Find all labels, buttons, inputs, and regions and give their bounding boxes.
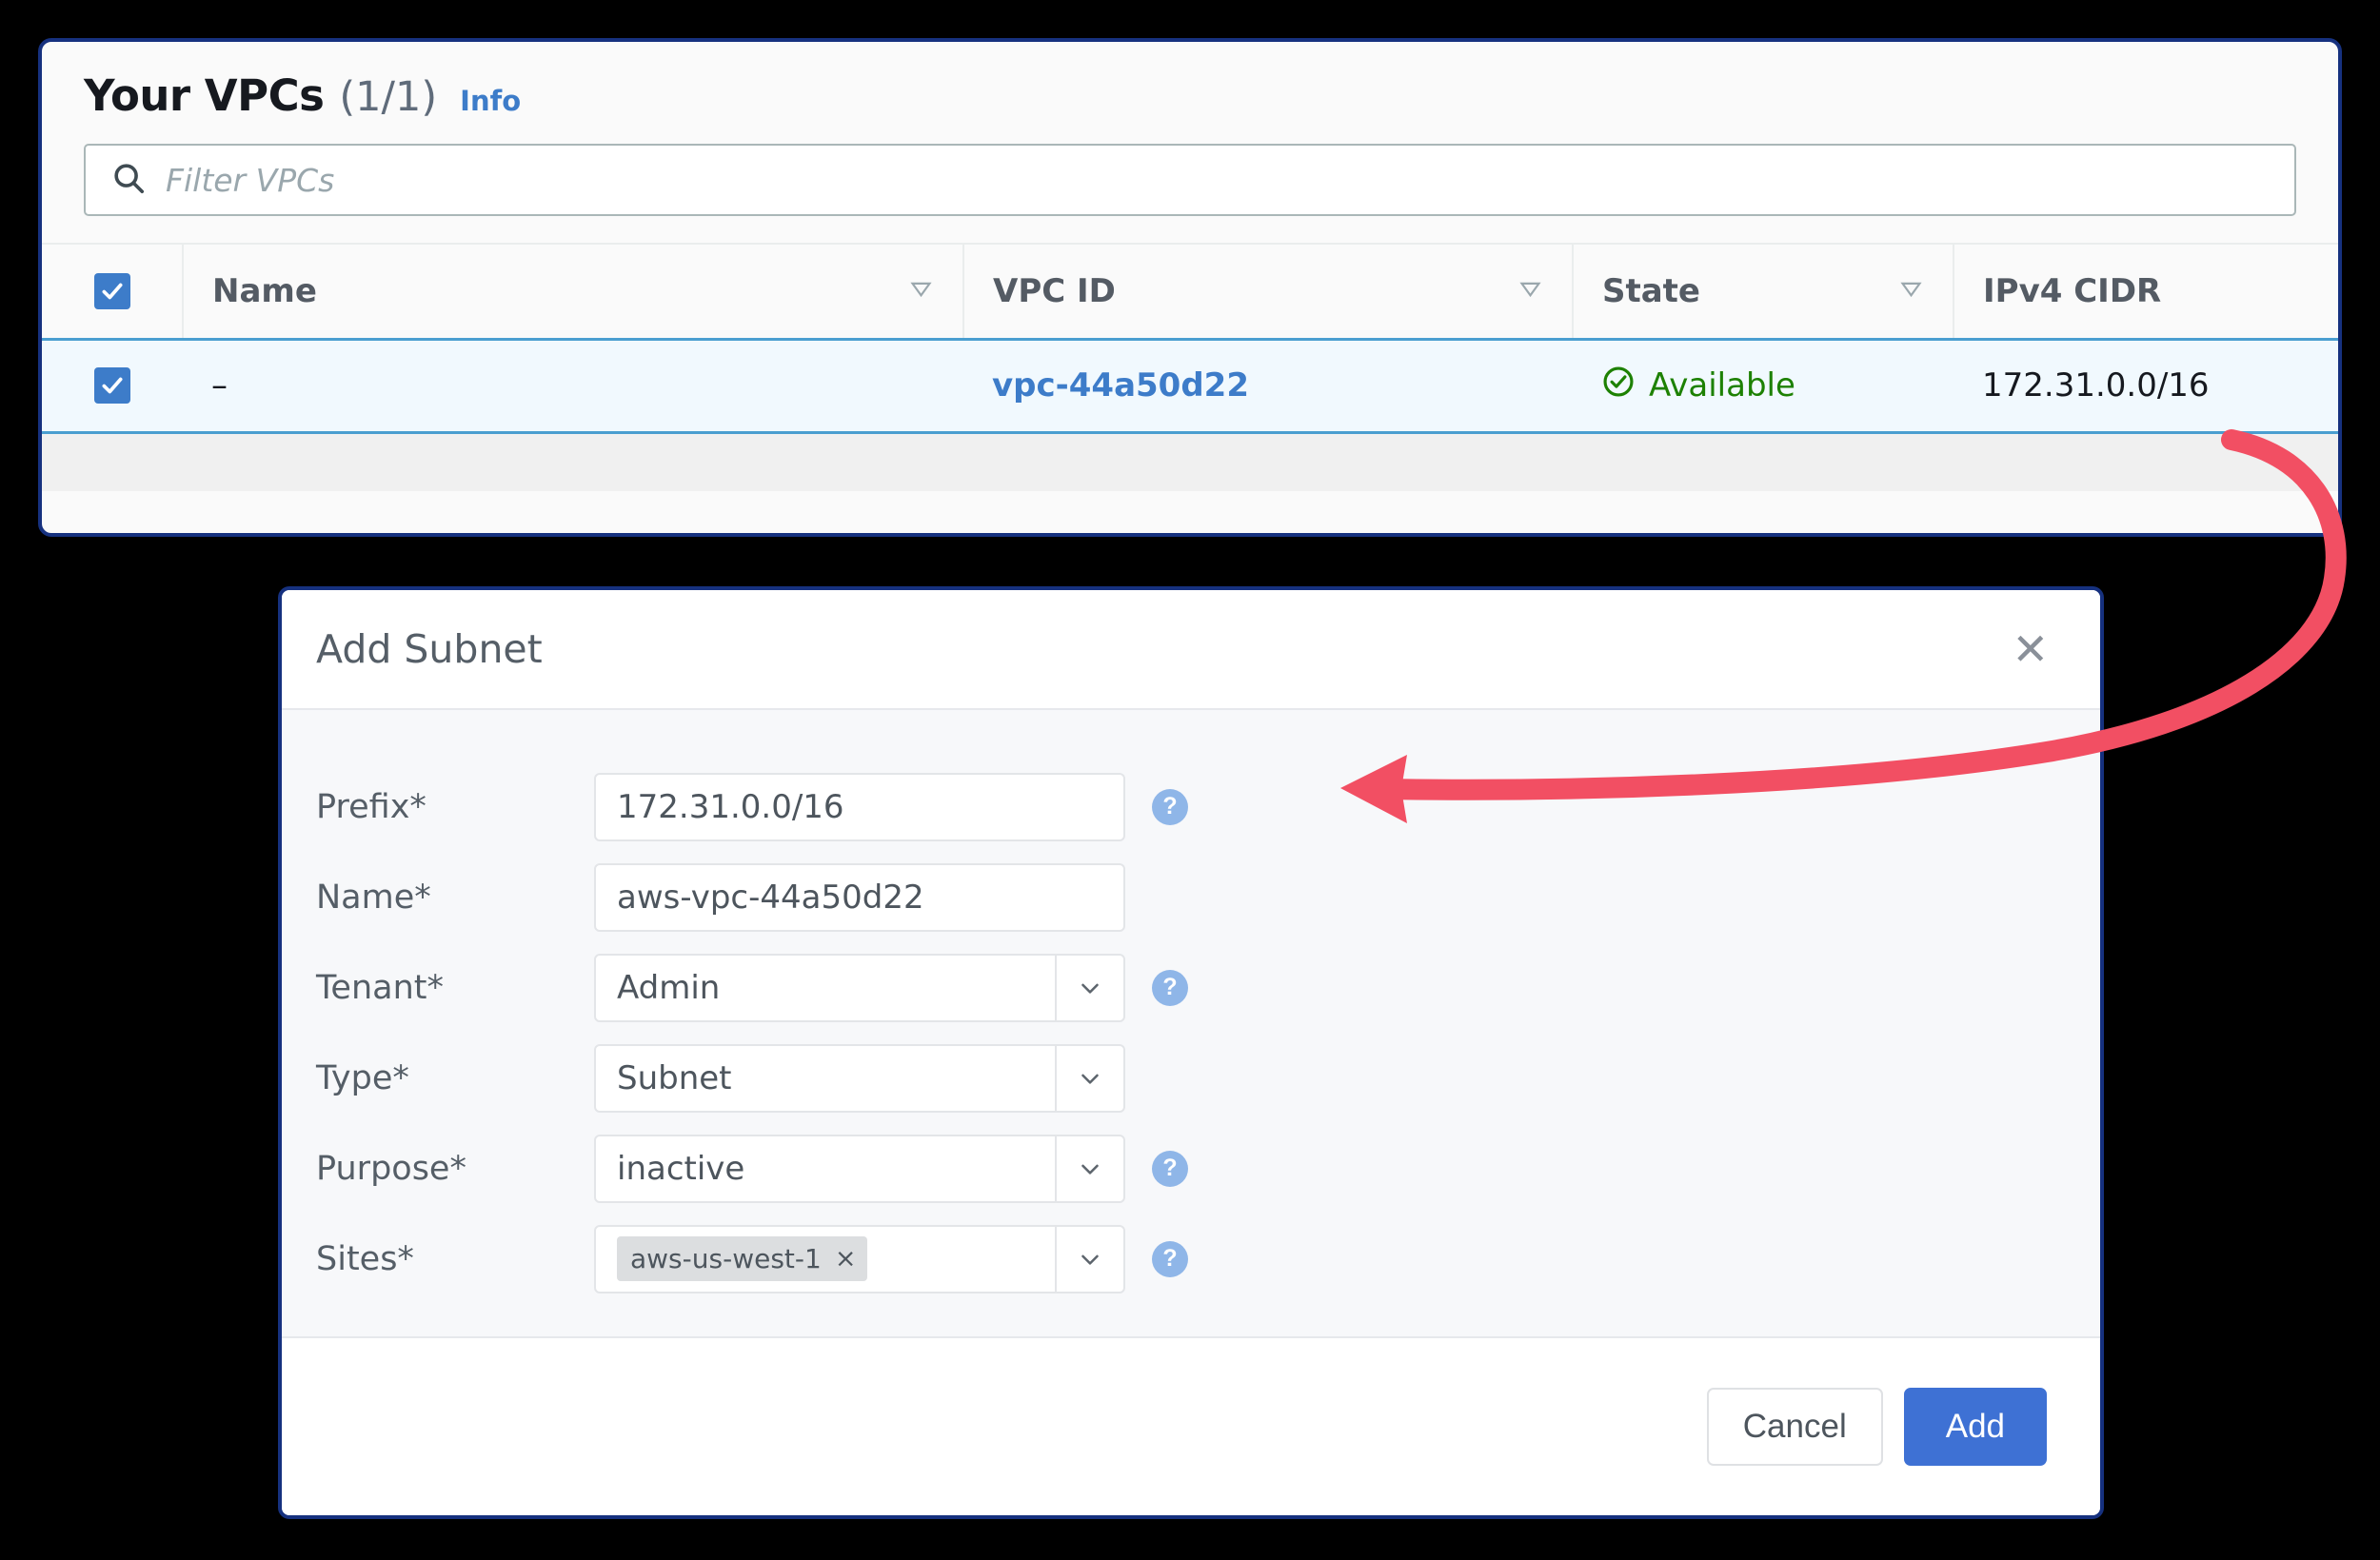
form-row-name: Name* aws-vpc-44a50d22 bbox=[282, 852, 2100, 942]
column-header-name[interactable]: Name bbox=[182, 243, 963, 340]
select-all-checkbox[interactable] bbox=[93, 272, 130, 309]
cell-ipv4-cidr: 172.31.0.0/16 bbox=[1954, 337, 2338, 434]
page-title: Your VPCs bbox=[84, 70, 325, 121]
label-sites: Sites* bbox=[316, 1239, 414, 1278]
cell-name: – bbox=[183, 337, 963, 434]
state-label: Available bbox=[1649, 366, 1795, 405]
screen-root: Your VPCs (1/1) Info Filter VPCs Name VP… bbox=[0, 0, 2380, 1560]
cell-state: Available bbox=[1573, 337, 1954, 434]
table-footer-spacer bbox=[42, 432, 2338, 491]
form-row-prefix: Prefix* 172.31.0.0/16 ? bbox=[282, 761, 2100, 852]
sites-multiselect[interactable]: aws-us-west-1 × bbox=[594, 1224, 1125, 1293]
form-row-sites: Sites* aws-us-west-1 × ? bbox=[282, 1214, 2100, 1304]
cell-name-value: – bbox=[211, 366, 228, 405]
site-tag-label: aws-us-west-1 bbox=[630, 1243, 822, 1274]
vpc-list-panel: Your VPCs (1/1) Info Filter VPCs Name VP… bbox=[38, 38, 2342, 537]
column-header-state[interactable]: State bbox=[1572, 243, 1954, 340]
tenant-value: Admin bbox=[617, 968, 721, 1007]
form-row-tenant: Tenant* Admin ? bbox=[282, 942, 2100, 1033]
cancel-button[interactable]: Cancel bbox=[1706, 1388, 1883, 1466]
table-row[interactable]: – vpc-44a50d22 Available 172.31.0.0/16 bbox=[42, 337, 2338, 434]
table-header: Name VPC ID State IPv4 CIDR bbox=[42, 243, 2338, 340]
sites-value: aws-us-west-1 × bbox=[617, 1236, 1055, 1281]
close-icon[interactable]: ✕ bbox=[2002, 622, 2058, 677]
sort-descending-icon[interactable] bbox=[908, 276, 934, 306]
column-header-label: VPC ID bbox=[993, 271, 1116, 310]
form-row-purpose: Purpose* inactive ? bbox=[282, 1123, 2100, 1214]
type-select[interactable]: Subnet bbox=[594, 1043, 1125, 1113]
chevron-down-icon[interactable] bbox=[1055, 1135, 1123, 1201]
tenant-select[interactable]: Admin bbox=[594, 953, 1125, 1022]
vpc-count: (1/1) bbox=[339, 73, 438, 121]
info-link[interactable]: Info bbox=[460, 85, 521, 117]
site-tag-remove-icon[interactable]: × bbox=[835, 1244, 857, 1274]
purpose-value: inactive bbox=[617, 1149, 745, 1188]
column-header-ipv4-cidr[interactable]: IPv4 CIDR bbox=[1953, 243, 2338, 340]
cell-vpc-id: vpc-44a50d22 bbox=[963, 337, 1573, 434]
panel-header: Your VPCs (1/1) Info bbox=[42, 42, 2338, 121]
column-header-label: IPv4 CIDR bbox=[1983, 271, 2162, 310]
sites-help-icon[interactable]: ? bbox=[1152, 1240, 1188, 1277]
check-circle-icon bbox=[1601, 365, 1636, 407]
add-button[interactable]: Add bbox=[1903, 1388, 2047, 1466]
dialog-title: Add Subnet bbox=[316, 626, 543, 672]
purpose-help-icon[interactable]: ? bbox=[1152, 1150, 1188, 1187]
label-purpose: Purpose* bbox=[316, 1149, 466, 1188]
vpc-id-link[interactable]: vpc-44a50d22 bbox=[992, 366, 1249, 405]
form-row-type: Type* Subnet bbox=[282, 1033, 2100, 1123]
search-icon bbox=[110, 160, 147, 200]
sort-descending-icon[interactable] bbox=[1898, 276, 1924, 306]
purpose-select[interactable]: inactive bbox=[594, 1134, 1125, 1203]
label-tenant: Tenant* bbox=[316, 968, 445, 1007]
search-placeholder: Filter VPCs bbox=[166, 161, 335, 199]
select-all-header bbox=[42, 243, 183, 340]
ipv4-cidr-value: 172.31.0.0/16 bbox=[1982, 366, 2210, 405]
name-value: aws-vpc-44a50d22 bbox=[617, 878, 924, 917]
chevron-down-icon[interactable] bbox=[1055, 1226, 1123, 1292]
column-header-label: State bbox=[1602, 271, 1700, 310]
label-type: Type* bbox=[316, 1058, 409, 1097]
type-value: Subnet bbox=[617, 1058, 732, 1097]
sort-descending-icon[interactable] bbox=[1517, 276, 1543, 306]
dialog-body: Prefix* 172.31.0.0/16 ? Name* aws-vpc-44… bbox=[282, 710, 2100, 1336]
dialog-footer: Cancel Add bbox=[282, 1336, 2100, 1515]
label-prefix: Prefix* bbox=[316, 787, 426, 826]
chevron-down-icon[interactable] bbox=[1055, 1045, 1123, 1111]
column-header-vpc-id[interactable]: VPC ID bbox=[962, 243, 1573, 340]
add-subnet-dialog: Add Subnet ✕ Prefix* 172.31.0.0/16 ? Nam… bbox=[278, 586, 2104, 1519]
tenant-help-icon[interactable]: ? bbox=[1152, 969, 1188, 1006]
site-tag: aws-us-west-1 × bbox=[617, 1236, 868, 1281]
prefix-value: 172.31.0.0/16 bbox=[617, 787, 844, 826]
prefix-help-icon[interactable]: ? bbox=[1152, 788, 1188, 825]
row-checkbox[interactable] bbox=[94, 367, 130, 404]
dialog-header: Add Subnet ✕ bbox=[282, 590, 2100, 710]
vpc-table: Name VPC ID State IPv4 CIDR – vpc-44a50d… bbox=[42, 243, 2338, 491]
search-input[interactable]: Filter VPCs bbox=[84, 144, 2296, 216]
name-field[interactable]: aws-vpc-44a50d22 bbox=[594, 862, 1125, 932]
table-footer-row bbox=[42, 432, 2338, 491]
prefix-field[interactable]: 172.31.0.0/16 bbox=[594, 772, 1125, 841]
filter-area: Filter VPCs bbox=[42, 121, 2338, 243]
row-select-cell bbox=[42, 337, 183, 434]
chevron-down-icon[interactable] bbox=[1055, 955, 1123, 1020]
status-badge: Available bbox=[1601, 365, 1954, 407]
column-header-label: Name bbox=[212, 271, 317, 310]
label-name: Name* bbox=[316, 878, 431, 917]
